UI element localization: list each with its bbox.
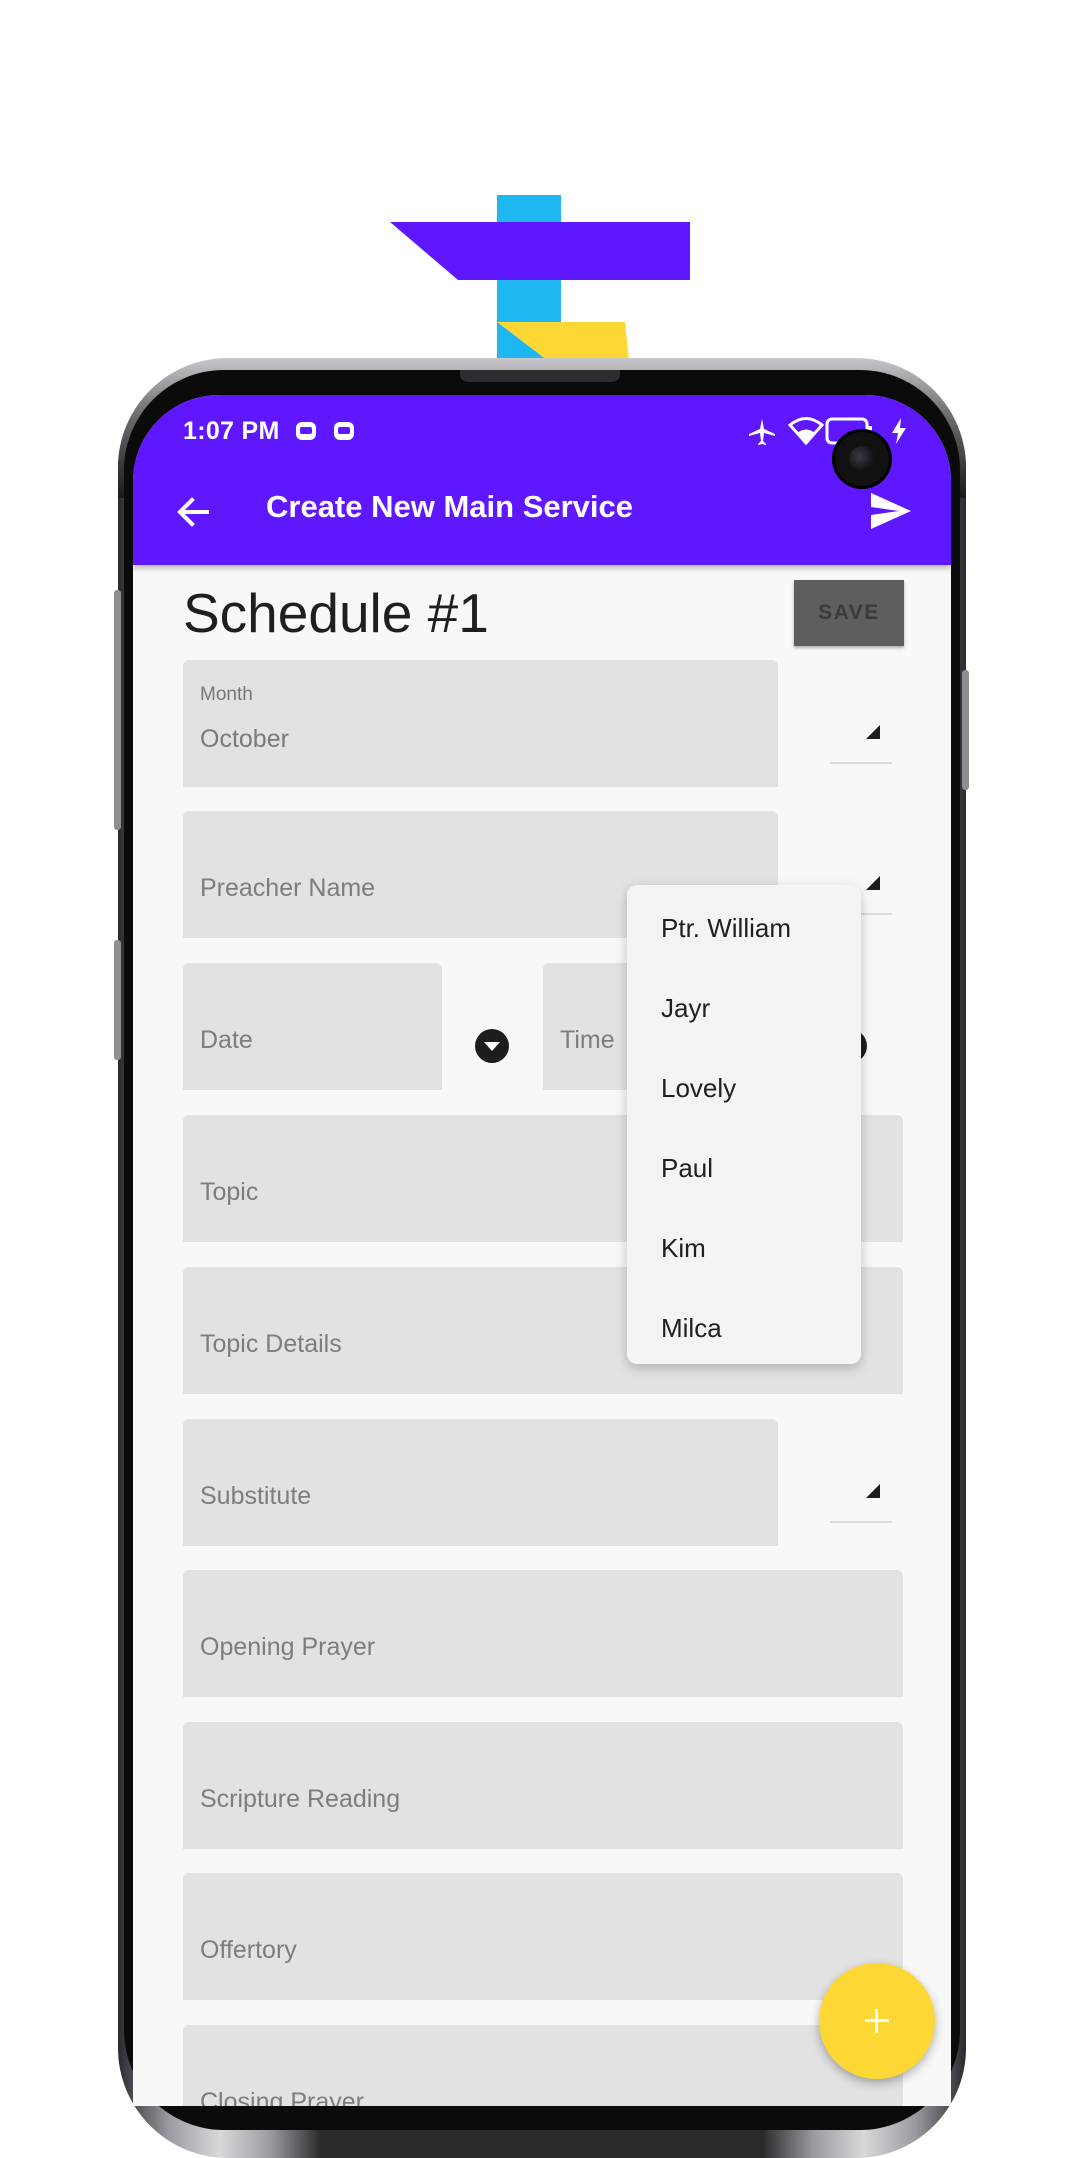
app-bar-title: Create New Main Service xyxy=(266,489,634,524)
add-fab-button[interactable] xyxy=(819,1963,935,2079)
opening-prayer-label: Opening Prayer xyxy=(200,1633,376,1661)
closing-prayer-field[interactable]: Closing Prayer xyxy=(183,2025,903,2106)
menu-item[interactable]: Jayr xyxy=(661,993,710,1024)
charging-icon xyxy=(892,418,906,444)
front-camera xyxy=(832,429,892,489)
plus-icon xyxy=(875,2009,878,2033)
date-field[interactable]: Date xyxy=(183,963,442,1090)
notification-icon xyxy=(296,422,316,440)
menu-item[interactable]: Ptr. William xyxy=(661,913,791,944)
page-title: Schedule #1 xyxy=(183,582,489,644)
save-button[interactable]: SAVE xyxy=(794,580,904,646)
dropdown-underline xyxy=(830,1521,892,1523)
dropdown-arrow-icon[interactable] xyxy=(865,875,881,891)
phone-side-button xyxy=(962,670,969,790)
offertory-label: Offertory xyxy=(200,1936,297,1964)
scripture-reading-label: Scripture Reading xyxy=(200,1785,401,1813)
month-dropdown[interactable]: Month October xyxy=(183,660,778,787)
brand-logo xyxy=(390,195,690,370)
phone-side-button xyxy=(114,940,121,1060)
menu-item[interactable]: Paul xyxy=(661,1153,713,1184)
back-button[interactable] xyxy=(171,490,215,534)
opening-prayer-field[interactable]: Opening Prayer xyxy=(183,1570,903,1697)
dropdown-arrow-icon[interactable] xyxy=(865,724,881,740)
status-time: 1:07 PM xyxy=(183,417,280,445)
phone-earpiece xyxy=(460,370,620,382)
substitute-dropdown[interactable]: Substitute xyxy=(183,1419,778,1546)
airplane-mode-icon xyxy=(749,419,775,445)
time-label: Time xyxy=(560,1026,615,1054)
app-bar: 1:07 PM Create New Main Service xyxy=(133,395,951,565)
substitute-label: Substitute xyxy=(200,1482,312,1510)
menu-item[interactable]: Milca xyxy=(661,1313,722,1344)
notification-icon xyxy=(334,422,354,440)
preacher-dropdown-menu: Ptr. William Jayr Lovely Paul Kim Milca xyxy=(627,885,861,1364)
closing-prayer-label: Closing Prayer xyxy=(200,2088,364,2106)
menu-item[interactable]: Kim xyxy=(661,1233,706,1264)
offertory-field[interactable]: Offertory xyxy=(183,1873,903,2000)
date-label: Date xyxy=(200,1026,253,1054)
topic-label: Topic xyxy=(200,1178,259,1206)
wifi-icon xyxy=(788,417,824,446)
month-label: Month xyxy=(200,684,253,705)
dropdown-arrow-icon[interactable] xyxy=(865,1483,881,1499)
menu-item[interactable]: Lovely xyxy=(661,1073,736,1104)
scripture-reading-field[interactable]: Scripture Reading xyxy=(183,1722,903,1849)
month-value: October xyxy=(200,725,289,753)
date-picker-icon[interactable] xyxy=(475,1029,509,1063)
dropdown-underline xyxy=(830,762,892,764)
phone-side-button xyxy=(114,590,121,830)
topic-details-label: Topic Details xyxy=(200,1330,342,1358)
preacher-name-label: Preacher Name xyxy=(200,874,376,902)
send-button[interactable] xyxy=(867,487,915,535)
app-screen: 1:07 PM Create New Main Service Schedule… xyxy=(133,395,951,2106)
